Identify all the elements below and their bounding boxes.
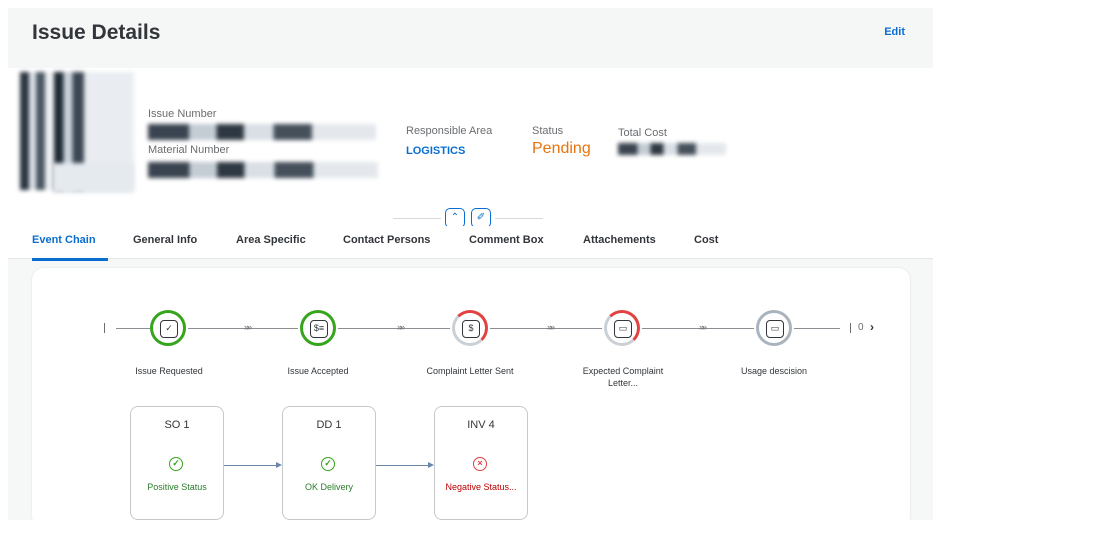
step-usage-decision[interactable]: ▭ — [756, 310, 792, 346]
check-circle-icon: ✓ — [169, 457, 183, 471]
chain-arrow-icon: »» — [547, 322, 555, 332]
chain-line — [794, 328, 840, 329]
chain-line — [116, 328, 150, 329]
issue-number-label: Issue Number — [148, 108, 217, 120]
status-label: Status — [532, 125, 564, 137]
document-title: SO 1 — [164, 419, 190, 431]
total-cost-redacted-value — [618, 143, 726, 155]
responsible-area-value: LOGISTICS — [406, 145, 466, 157]
money-bills-icon: ▭ — [766, 320, 784, 338]
pin-header-button[interactable]: ✐ — [471, 208, 491, 228]
chain-arrow-icon: »» — [699, 322, 707, 332]
chevron-up-icon: ⌃ — [450, 212, 460, 223]
tab-event-chain[interactable]: Event Chain — [32, 234, 96, 246]
divider — [393, 218, 441, 219]
step-label: Issue Requested — [135, 366, 203, 376]
step-expected-complaint-letter[interactable]: ▭ — [604, 310, 640, 346]
material-number-redacted-value — [148, 162, 378, 178]
chain-line — [642, 328, 754, 329]
avatar-redaction — [52, 163, 134, 193]
pin-icon: ✐ — [476, 212, 486, 223]
check-circle-icon: ✓ — [321, 457, 335, 471]
edit-button[interactable]: Edit — [884, 26, 905, 38]
responsible-area-label: Responsible Area — [406, 125, 493, 137]
document-status: OK Delivery — [304, 482, 353, 492]
tab-bar: Event Chain General Info Area Specific C… — [8, 226, 933, 259]
money-bills-icon: ▭ — [614, 320, 632, 338]
document-status: Negative Status... — [445, 482, 517, 492]
step-label: Issue Accepted — [287, 366, 349, 376]
invoice-icon: $≡ — [310, 320, 328, 338]
issue-number-redacted-value — [148, 124, 376, 140]
document-status: Positive Status — [147, 482, 207, 492]
document-inv[interactable]: INV 4 × Negative Status... — [434, 406, 528, 520]
tab-general-info[interactable]: General Info — [133, 234, 197, 246]
active-tab-indicator — [32, 258, 108, 261]
document-title: DD 1 — [316, 419, 342, 431]
tab-area-specific[interactable]: Area Specific — [236, 234, 306, 246]
collapse-header-button[interactable]: ⌃ — [445, 208, 465, 228]
dollar-document-icon: $ — [462, 320, 480, 338]
step-label: Expected Complaint Letter... — [582, 366, 664, 388]
tab-contact-persons[interactable]: Contact Persons — [343, 234, 430, 246]
step-label: Complaint Letter Sent — [426, 366, 514, 376]
chain-start-marker — [104, 323, 105, 333]
tab-cost[interactable]: Cost — [694, 234, 718, 246]
divider — [495, 218, 543, 219]
header-collapse-controls: ⌃ ✐ — [393, 208, 553, 228]
document-title: INV 4 — [467, 419, 495, 431]
status-value: Pending — [532, 140, 591, 157]
flow-connector — [376, 465, 428, 466]
tab-attachements[interactable]: Attachements — [583, 234, 656, 246]
step-label: Usage descision — [740, 366, 808, 376]
document-dd[interactable]: DD 1 ✓ OK Delivery — [282, 406, 376, 520]
tab-comment-box[interactable]: Comment Box — [469, 234, 544, 246]
next-chevron-icon[interactable]: › — [870, 320, 874, 334]
chain-end-marker — [850, 323, 851, 333]
event-chain-card: »» »» »» »» 0 › ✓ Issue Requested $≡ Iss… — [32, 268, 910, 520]
chain-arrow-icon: »» — [397, 322, 405, 332]
step-issue-requested[interactable]: ✓ — [150, 310, 186, 346]
chain-line — [338, 328, 450, 329]
material-number-label: Material Number — [148, 144, 230, 156]
pager-count: 0 — [858, 322, 864, 333]
chain-line — [490, 328, 602, 329]
document-check-icon: ✓ — [160, 320, 178, 338]
step-issue-accepted[interactable]: $≡ — [300, 310, 336, 346]
total-cost-label: Total Cost — [618, 127, 667, 139]
title-bar: Issue Details Edit — [8, 8, 933, 68]
object-page: Issue Details Edit Issue Number Material… — [8, 8, 933, 520]
chain-arrow-icon: »» — [244, 322, 252, 332]
chain-line — [188, 328, 298, 329]
flow-connector — [224, 465, 276, 466]
step-complaint-letter-sent[interactable]: $ — [452, 310, 488, 346]
page-title: Issue Details — [32, 21, 161, 44]
document-so[interactable]: SO 1 ✓ Positive Status — [130, 406, 224, 520]
error-circle-icon: × — [473, 457, 487, 471]
